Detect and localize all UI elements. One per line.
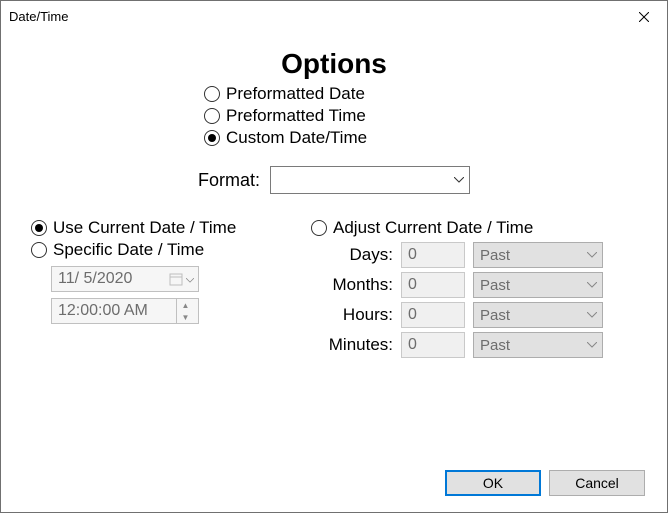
hours-input: 0 xyxy=(401,302,465,328)
format-label: Format: xyxy=(198,170,260,191)
button-bar: OK Cancel xyxy=(445,470,645,496)
time-picker-value: 12:00:00 AM xyxy=(58,302,176,320)
minutes-value: 0 xyxy=(408,336,417,354)
radio-custom-datetime[interactable]: Custom Date/Time xyxy=(204,128,464,148)
radio-label: Preformatted Date xyxy=(226,84,365,104)
dialog-window: Date/Time Options Preformatted Date Pref… xyxy=(0,0,668,513)
calendar-icon xyxy=(166,269,186,289)
time-picker[interactable]: 12:00:00 AM ▲ ▼ xyxy=(51,298,199,324)
column-left: Use Current Date / Time Specific Date / … xyxy=(31,216,291,362)
titlebar: Date/Time xyxy=(1,1,667,32)
row-hours: Hours: 0 Past xyxy=(311,302,637,328)
radio-icon xyxy=(311,220,327,236)
close-icon xyxy=(639,12,649,22)
column-right: Adjust Current Date / Time Days: 0 Past … xyxy=(311,216,637,362)
radio-label: Custom Date/Time xyxy=(226,128,367,148)
radio-icon xyxy=(31,220,47,236)
minutes-input: 0 xyxy=(401,332,465,358)
radio-adjust-current[interactable]: Adjust Current Date / Time xyxy=(311,218,637,238)
time-spinner[interactable]: ▲ ▼ xyxy=(176,299,194,323)
mode-radio-group: Preformatted Date Preformatted Time Cust… xyxy=(204,84,464,148)
chevron-down-icon xyxy=(582,312,602,318)
row-minutes: Minutes: 0 Past xyxy=(311,332,637,358)
close-button[interactable] xyxy=(621,1,667,32)
date-picker[interactable]: 11/ 5/2020 xyxy=(51,266,199,292)
radio-label: Specific Date / Time xyxy=(53,240,204,260)
radio-icon xyxy=(204,86,220,102)
months-input: 0 xyxy=(401,272,465,298)
hours-value: 0 xyxy=(408,306,417,324)
days-direction-combo: Past xyxy=(473,242,603,268)
radio-label: Adjust Current Date / Time xyxy=(333,218,533,238)
months-value: 0 xyxy=(408,276,417,294)
cancel-button[interactable]: Cancel xyxy=(549,470,645,496)
chevron-down-icon xyxy=(186,270,194,288)
months-label: Months: xyxy=(311,275,401,295)
chevron-up-icon: ▲ xyxy=(177,299,194,311)
days-input: 0 xyxy=(401,242,465,268)
options-heading: Options xyxy=(31,48,637,80)
combo-value: Past xyxy=(474,247,582,264)
chevron-down-icon: ▼ xyxy=(177,311,194,323)
date-picker-value: 11/ 5/2020 xyxy=(58,270,166,288)
window-title: Date/Time xyxy=(9,9,621,24)
radio-icon xyxy=(204,130,220,146)
chevron-down-icon xyxy=(582,252,602,258)
minutes-direction-combo: Past xyxy=(473,332,603,358)
days-value: 0 xyxy=(408,246,417,264)
ok-button[interactable]: OK xyxy=(445,470,541,496)
minutes-label: Minutes: xyxy=(311,335,401,355)
hours-label: Hours: xyxy=(311,305,401,325)
hours-direction-combo: Past xyxy=(473,302,603,328)
radio-specific-datetime[interactable]: Specific Date / Time xyxy=(31,240,291,260)
columns: Use Current Date / Time Specific Date / … xyxy=(31,216,637,362)
chevron-down-icon xyxy=(582,342,602,348)
radio-icon xyxy=(31,242,47,258)
chevron-down-icon xyxy=(449,177,469,183)
combo-value: Past xyxy=(474,277,582,294)
days-label: Days: xyxy=(311,245,401,265)
radio-use-current[interactable]: Use Current Date / Time xyxy=(31,218,291,238)
row-days: Days: 0 Past xyxy=(311,242,637,268)
radio-preformatted-date[interactable]: Preformatted Date xyxy=(204,84,464,104)
format-row: Format: xyxy=(31,166,637,194)
radio-label: Preformatted Time xyxy=(226,106,366,126)
chevron-down-icon xyxy=(582,282,602,288)
row-months: Months: 0 Past xyxy=(311,272,637,298)
dialog-content: Options Preformatted Date Preformatted T… xyxy=(1,32,667,372)
combo-value: Past xyxy=(474,337,582,354)
radio-icon xyxy=(204,108,220,124)
format-combo[interactable] xyxy=(270,166,470,194)
radio-label: Use Current Date / Time xyxy=(53,218,236,238)
radio-preformatted-time[interactable]: Preformatted Time xyxy=(204,106,464,126)
combo-value: Past xyxy=(474,307,582,324)
months-direction-combo: Past xyxy=(473,272,603,298)
